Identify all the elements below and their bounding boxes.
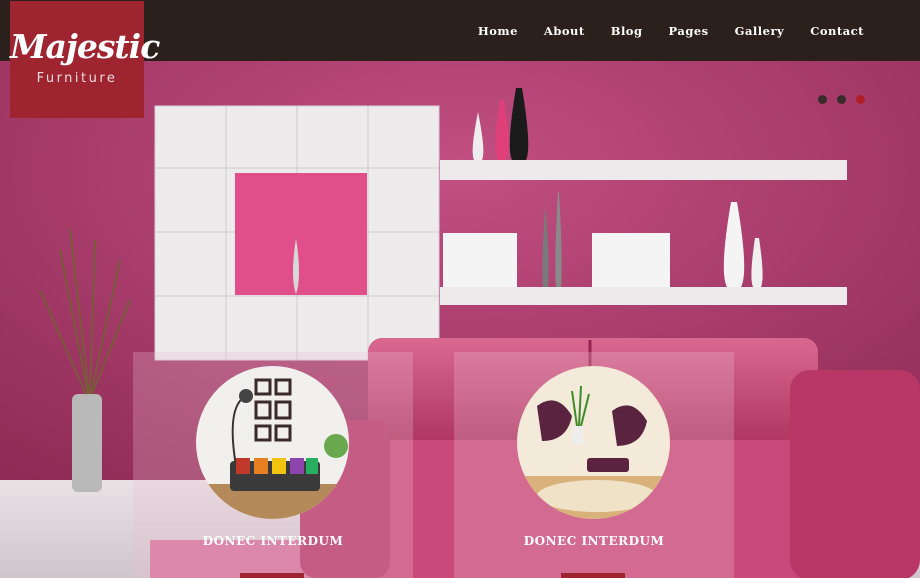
nav-contact[interactable]: Contact (810, 24, 864, 38)
nav-blog[interactable]: Blog (611, 24, 643, 38)
feature-card: DONEC INTERDUM (454, 352, 734, 578)
card-image-chairs[interactable] (517, 366, 670, 519)
logo-subtitle: Furniture (36, 71, 118, 86)
card-more-button[interactable] (240, 573, 304, 578)
shelf-unit (154, 105, 440, 361)
slider-dot-1[interactable] (818, 95, 827, 104)
nav-gallery[interactable]: Gallery (735, 24, 785, 38)
site-logo[interactable]: Majestic Furniture (10, 1, 160, 118)
card-more-button[interactable] (561, 573, 625, 578)
logo-title: Majestic (10, 27, 160, 66)
card-image-living-room[interactable] (196, 366, 349, 519)
card-title: DONEC INTERDUM (202, 534, 344, 548)
hero: Home About Blog Pages Gallery Contact Ma… (0, 0, 920, 578)
slider-pagination (818, 95, 865, 104)
living-room-image (196, 366, 349, 519)
nav-home[interactable]: Home (478, 24, 518, 38)
main-nav: Home About Blog Pages Gallery Contact (478, 0, 864, 61)
slider-dot-3[interactable] (856, 95, 865, 104)
card-title: DONEC INTERDUM (523, 534, 665, 548)
nav-about[interactable]: About (544, 24, 585, 38)
chairs-image (517, 366, 670, 519)
feature-card: DONEC INTERDUM (133, 352, 413, 578)
slider-dot-2[interactable] (837, 95, 846, 104)
nav-pages[interactable]: Pages (669, 24, 709, 38)
